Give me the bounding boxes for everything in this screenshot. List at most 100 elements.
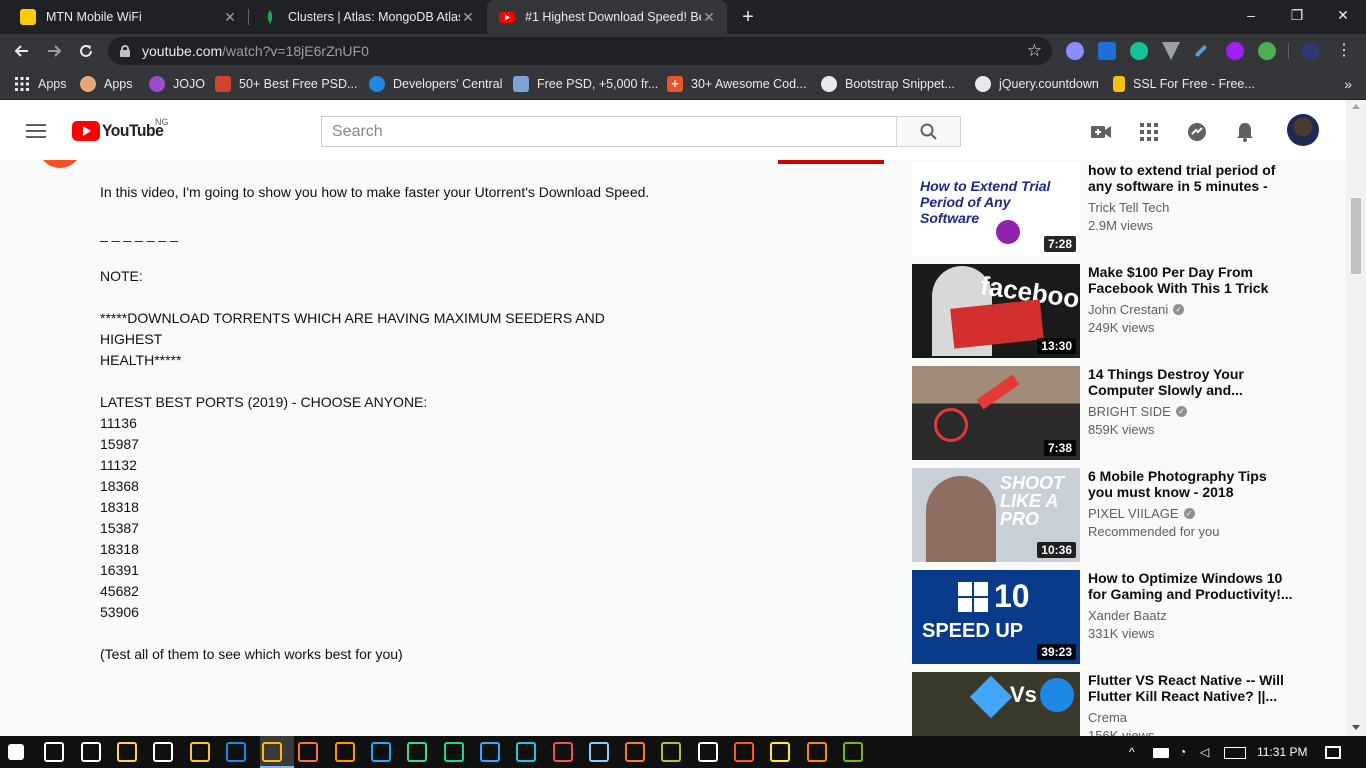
channel-name[interactable]: BRIGHT SIDE ✓ — [1088, 404, 1187, 419]
pycharm-icon[interactable] — [443, 742, 464, 762]
video-title[interactable]: Make $100 Per Day From Facebook With Thi… — [1088, 264, 1293, 296]
minimize-icon[interactable]: – — [1228, 0, 1274, 30]
app-icon[interactable] — [734, 742, 754, 762]
maximize-icon[interactable]: ❐ — [1274, 0, 1320, 30]
profile-avatar[interactable] — [1302, 42, 1320, 60]
bookmark-free-psd[interactable]: 50+ Best Free PSD... — [215, 68, 357, 100]
messages-icon[interactable] — [1185, 120, 1209, 144]
video-title[interactable]: Flutter VS React Native -- Will Flutter … — [1088, 672, 1293, 704]
address-bar[interactable]: youtube.com/watch?v=18jE6rZnUF0 ☆ — [108, 37, 1052, 65]
video-title[interactable]: 6 Mobile Photography Tips you must know … — [1088, 468, 1293, 500]
reload-icon[interactable] — [74, 39, 98, 63]
bookmark-apps[interactable]: Apps — [14, 68, 67, 100]
close-tab-icon[interactable]: ✕ — [460, 9, 476, 26]
extension-icon[interactable] — [1226, 42, 1244, 60]
tab-youtube-active[interactable]: #1 Highest Download Speed! Be ✕ — [487, 0, 727, 34]
video-thumbnail[interactable]: facebook 13:30 — [912, 264, 1080, 358]
vue-devtools-icon[interactable] — [1162, 42, 1180, 60]
channel-avatar[interactable] — [38, 160, 82, 168]
tab-mongodb-atlas[interactable]: Clusters | Atlas: MongoDB Atlas ✕ — [250, 0, 486, 34]
bookmark-developers-central[interactable]: Developers' Central — [369, 68, 502, 100]
channel-name[interactable]: John Crestani ✓ — [1088, 302, 1185, 317]
scroll-down-arrow-icon[interactable] — [1352, 725, 1360, 730]
system-clock[interactable]: 11:31 PM — [1257, 745, 1307, 759]
scrollbar-thumb[interactable] — [1351, 198, 1361, 274]
notifications-bell-icon[interactable] — [1233, 120, 1257, 144]
recommendation-item[interactable]: 7:38 14 Things Destroy Your Computer Slo… — [912, 366, 1312, 460]
hyper-icon[interactable] — [697, 742, 718, 762]
channel-name[interactable]: Crema — [1088, 710, 1127, 725]
vscode-icon[interactable] — [371, 742, 391, 762]
tree-extension-icon[interactable] — [1258, 42, 1276, 60]
channel-name[interactable]: PIXEL VIILAGE ✓ — [1088, 506, 1195, 521]
bookmark-star-icon[interactable]: ☆ — [1027, 41, 1042, 61]
apps-grid-icon[interactable] — [1137, 120, 1161, 144]
video-title[interactable]: How to Optimize Windows 10 for Gaming an… — [1088, 570, 1293, 602]
video-thumbnail[interactable]: 10 SPEED UP 39:23 — [912, 570, 1080, 664]
battery-icon[interactable] — [1153, 748, 1169, 758]
recommendation-item[interactable]: SHOOT LIKE A PRO 10:36 6 Mobile Photogra… — [912, 468, 1312, 562]
back-arrow-icon[interactable] — [10, 39, 34, 63]
scroll-up-arrow-icon[interactable] — [1352, 104, 1360, 109]
terminal-icon[interactable] — [516, 742, 537, 762]
video-thumbnail[interactable]: How to Extend Trial Period of Any Softwa… — [912, 162, 1080, 256]
photoshop-icon[interactable] — [479, 742, 500, 762]
bookmark-jojo[interactable]: JOJO — [149, 68, 205, 100]
keyboard-icon[interactable] — [1224, 747, 1246, 759]
show-hidden-icons-chevron-icon[interactable]: ^ — [1129, 745, 1135, 759]
video-title[interactable]: how to extend trial period of any softwa… — [1088, 162, 1293, 194]
mail-icon[interactable] — [153, 742, 174, 762]
subscribe-button[interactable] — [778, 160, 884, 164]
volume-icon[interactable]: ◁ — [1200, 745, 1209, 759]
account-avatar[interactable] — [1287, 114, 1319, 146]
sticky-notes-icon[interactable] — [770, 742, 791, 762]
vlc-icon[interactable] — [806, 742, 827, 762]
bookmark-jquery-countdown[interactable]: jQuery.countdown — [975, 68, 1099, 100]
firefox-icon[interactable] — [298, 742, 319, 762]
recommendation-item[interactable]: 10 SPEED UP 39:23 How to Optimize Window… — [912, 570, 1312, 664]
bookmark-apps-2[interactable]: Apps — [80, 68, 133, 100]
keyboard-icon[interactable] — [588, 742, 609, 762]
paint-icon[interactable] — [552, 742, 573, 762]
utorrent-icon[interactable] — [842, 742, 863, 762]
chrome-menu-icon[interactable]: ⋮ — [1332, 39, 1356, 63]
youtube-logo[interactable]: YouTube NG — [72, 117, 169, 141]
create-video-icon[interactable] — [1089, 120, 1113, 144]
close-tab-icon[interactable]: ✕ — [222, 9, 238, 26]
sublime-icon[interactable] — [334, 742, 355, 762]
bookmark-bootstrap-snippet[interactable]: Bootstrap Snippet... — [821, 68, 955, 100]
wifi-icon[interactable]: ◔ — [1179, 745, 1186, 759]
store-icon[interactable] — [116, 742, 137, 762]
channel-name[interactable]: Xander Baatz — [1088, 608, 1167, 623]
tab-mtn-wifi[interactable]: MTN Mobile WiFi ✕ — [8, 0, 248, 34]
action-center-icon[interactable] — [1325, 746, 1341, 759]
edge-icon[interactable] — [225, 742, 246, 762]
chrome-icon[interactable] — [262, 742, 283, 762]
xampp-icon[interactable] — [625, 742, 646, 762]
bookmark-awesome-code[interactable]: + 30+ Awesome Cod... — [667, 68, 806, 100]
channel-name[interactable]: Trick Tell Tech — [1088, 200, 1169, 215]
grammarly-icon[interactable] — [1130, 42, 1148, 60]
search-button[interactable] — [896, 116, 961, 147]
forward-arrow-icon[interactable] — [42, 39, 66, 63]
close-window-icon[interactable]: ✕ — [1320, 0, 1366, 30]
recommendation-item[interactable]: facebook 13:30 Make $100 Per Day From Fa… — [912, 264, 1312, 358]
guide-menu-icon[interactable] — [26, 124, 46, 138]
search-input[interactable]: Search — [321, 116, 897, 147]
search-icon[interactable] — [44, 742, 65, 762]
android-icon[interactable] — [661, 742, 682, 762]
file-explorer-icon[interactable] — [189, 742, 210, 762]
page-scrollbar[interactable] — [1346, 100, 1366, 736]
extension-icon[interactable] — [1066, 42, 1084, 60]
color-picker-icon[interactable] — [1194, 44, 1208, 58]
bookmark-ssl-for-free[interactable]: SSL For Free - Free... — [1113, 68, 1255, 100]
close-tab-icon[interactable]: ✕ — [701, 9, 717, 26]
recommendation-item[interactable]: Vs Flutter VS React Native -- Will Flutt… — [912, 672, 1312, 736]
task-view-icon[interactable] — [80, 742, 101, 762]
extension-icon[interactable] — [1098, 42, 1116, 60]
video-title[interactable]: 14 Things Destroy Your Computer Slowly a… — [1088, 366, 1293, 398]
video-thumbnail[interactable]: SHOOT LIKE A PRO 10:36 — [912, 468, 1080, 562]
recommendation-item[interactable]: How to Extend Trial Period of Any Softwa… — [912, 162, 1312, 256]
android-studio-icon[interactable] — [407, 742, 428, 762]
video-thumbnail[interactable]: 7:38 — [912, 366, 1080, 460]
